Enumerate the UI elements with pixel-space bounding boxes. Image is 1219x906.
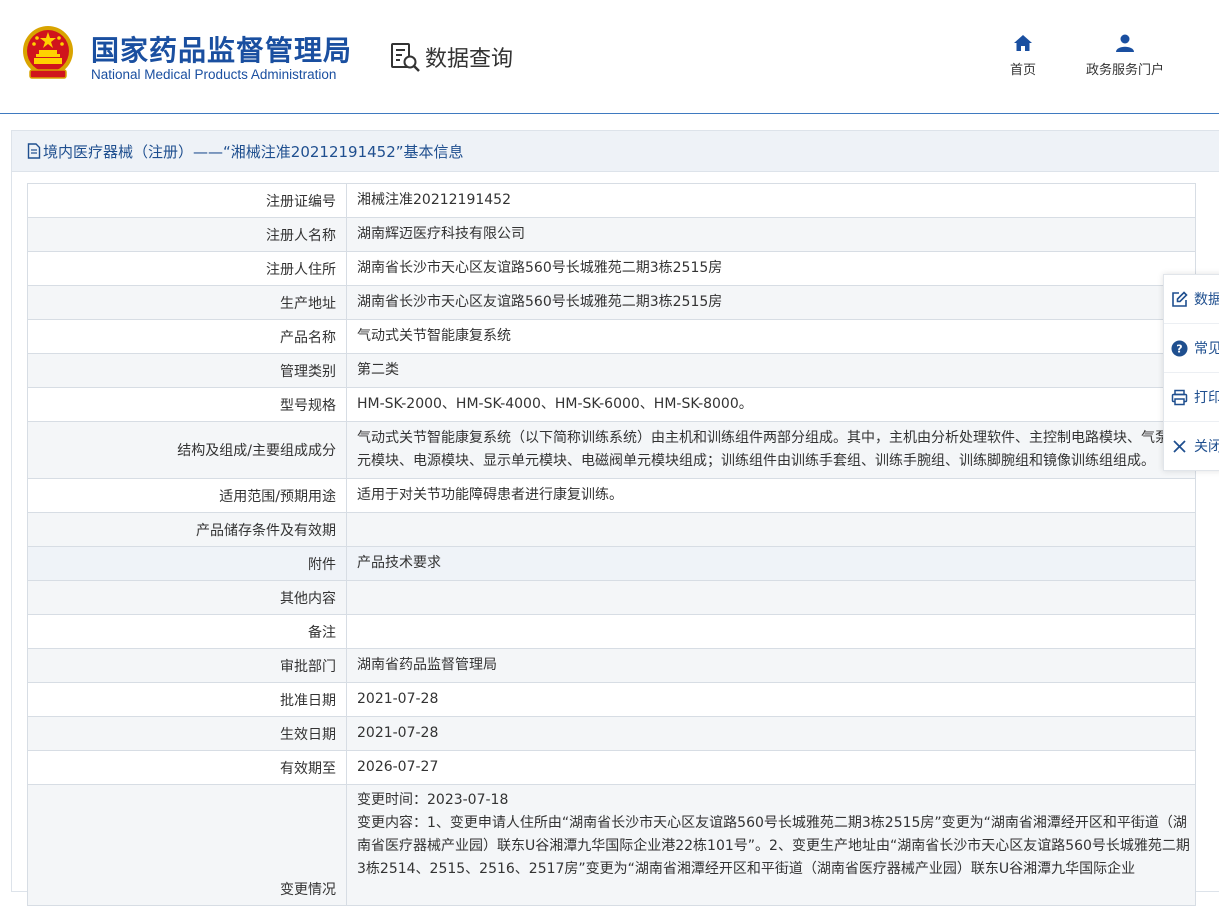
row-value [347,581,1195,614]
row-value: 湖南省药品监督管理局 [357,657,497,673]
detail-table: 注册证编号 湘械注准20212191452 注册人名称 湖南辉迈医疗科技有限公司… [27,183,1196,906]
row-value: 产品技术要求 [357,555,441,571]
table-row: 生产地址 湖南省长沙市天心区友谊路560号长城雅苑二期3栋2515房 [28,286,1195,320]
document-icon [27,143,41,159]
table-row: 注册人名称 湖南辉迈医疗科技有限公司 [28,218,1195,252]
table-row: 生效日期 2021-07-28 [28,717,1195,751]
float-menu-label: 数据 [1194,292,1219,308]
row-value: 湖南省长沙市天心区友谊路560号长城雅苑二期3栋2515房 [357,260,723,276]
row-value: HM-SK-2000、HM-SK-4000、HM-SK-6000、HM-SK-8… [357,396,753,412]
table-row: 型号规格 HM-SK-2000、HM-SK-4000、HM-SK-6000、HM… [28,388,1195,422]
user-icon [1116,34,1134,52]
row-value: 湖南辉迈医疗科技有限公司 [357,226,525,242]
row-value: 2021-07-28 [357,691,439,707]
org-name-en: National Medical Products Administration [91,67,337,82]
row-label: 其他内容 [28,581,347,614]
table-row: 批准日期 2021-07-28 [28,683,1195,717]
row-label: 附件 [28,547,347,580]
table-row: 审批部门 湖南省药品监督管理局 [28,649,1195,683]
panel-header: 境内医疗器械（注册）——“湘械注准20212191452”基本信息 [12,131,1219,172]
help-icon: ? [1171,340,1188,356]
row-label: 型号规格 [28,388,347,421]
row-label: 管理类别 [28,354,347,387]
table-row: 有效期至 2026-07-27 [28,751,1195,785]
nav-service-portal-label: 政务服务门户 [1086,63,1165,78]
float-menu-faq[interactable]: ? 常见 [1164,324,1219,373]
row-label: 生产地址 [28,286,347,319]
panel-title: 境内医疗器械（注册）——“湘械注准20212191452”基本信息 [43,142,464,161]
nav-home-label: 首页 [1010,63,1037,78]
row-value: 变更时间：2023-07-18 变更内容：1、变更申请人住所由“湖南省长沙市天心… [347,785,1195,905]
row-value: 2026-07-27 [357,759,439,775]
float-menu-label: 常见 [1194,341,1219,357]
table-row: 备注 [28,615,1195,649]
float-menu-close[interactable]: 关闭 [1164,422,1219,470]
float-menu-data[interactable]: 数据 [1164,275,1219,324]
row-value: 2021-07-28 [357,725,439,741]
home-icon [1014,35,1032,51]
row-label: 产品储存条件及有效期 [28,513,347,546]
site-header: 国家药品监督管理局 National Medical Products Admi… [0,0,1219,114]
row-label: 批准日期 [28,683,347,716]
float-menu-print[interactable]: 打印 [1164,373,1219,422]
row-label: 注册人名称 [28,218,347,251]
float-menu-label: 打印 [1194,390,1219,406]
table-row: 附件 产品技术要求 [28,547,1195,581]
row-value: 适用于对关节功能障碍患者进行康复训练。 [357,487,623,503]
float-menu-label: 关闭 [1194,439,1219,455]
table-row: 变更情况 变更时间：2023-07-18 变更内容：1、变更申请人住所由“湖南省… [28,785,1195,906]
change-content: 变更内容：1、变更申请人住所由“湖南省长沙市天心区友谊路560号长城雅苑二期3栋… [357,815,1190,877]
national-emblem-icon [23,26,73,79]
row-value: 湘械注准20212191452 [357,192,511,208]
table-row: 适用范围/预期用途 适用于对关节功能障碍患者进行康复训练。 [28,479,1195,513]
row-value: 气动式关节智能康复系统（以下简称训练系统）由主机和训练组件两部分组成。其中，主机… [357,430,1183,469]
row-label: 产品名称 [28,320,347,353]
section-title: 数据查询 [425,47,514,72]
row-value: 第二类 [357,362,399,378]
row-value: 气动式关节智能康复系统 [357,328,511,344]
floating-toolbar: 数据 ? 常见 打印 关闭 [1163,274,1219,471]
detail-panel: 境内医疗器械（注册）——“湘械注准20212191452”基本信息 注册证编号 … [11,130,1219,906]
row-value: 湖南省长沙市天心区友谊路560号长城雅苑二期3栋2515房 [357,294,723,310]
row-label: 结构及组成/主要组成成分 [28,422,347,478]
nav-service-portal[interactable]: 政务服务门户 [1086,34,1164,78]
table-row: 注册人住所 湖南省长沙市天心区友谊路560号长城雅苑二期3栋2515房 [28,252,1195,286]
table-row: 管理类别 第二类 [28,354,1195,388]
row-value [347,513,1195,546]
row-label: 审批部门 [28,649,347,682]
print-icon [1171,389,1188,405]
org-name-cn: 国家药品监督管理局 [91,34,353,67]
edit-icon [1172,290,1188,307]
row-label: 备注 [28,615,347,648]
svg-text:?: ? [1176,342,1182,355]
row-label: 生效日期 [28,717,347,750]
table-row: 结构及组成/主要组成成分 气动式关节智能康复系统（以下简称训练系统）由主机和训练… [28,422,1195,479]
row-label: 注册证编号 [28,184,347,217]
data-query-title: 数据查询 [389,40,513,74]
row-value [347,615,1195,648]
table-row: 其他内容 [28,581,1195,615]
nav-home[interactable]: 首页 [1010,34,1036,78]
search-document-icon [391,43,420,72]
change-time: 变更时间：2023-07-18 [357,792,509,808]
table-row: 产品储存条件及有效期 [28,513,1195,547]
row-label: 适用范围/预期用途 [28,479,347,512]
close-icon [1173,439,1186,453]
row-label: 变更情况 [28,785,347,905]
row-label: 注册人住所 [28,252,347,285]
row-label: 有效期至 [28,751,347,784]
table-row: 注册证编号 湘械注准20212191452 [28,184,1195,218]
table-row: 产品名称 气动式关节智能康复系统 [28,320,1195,354]
